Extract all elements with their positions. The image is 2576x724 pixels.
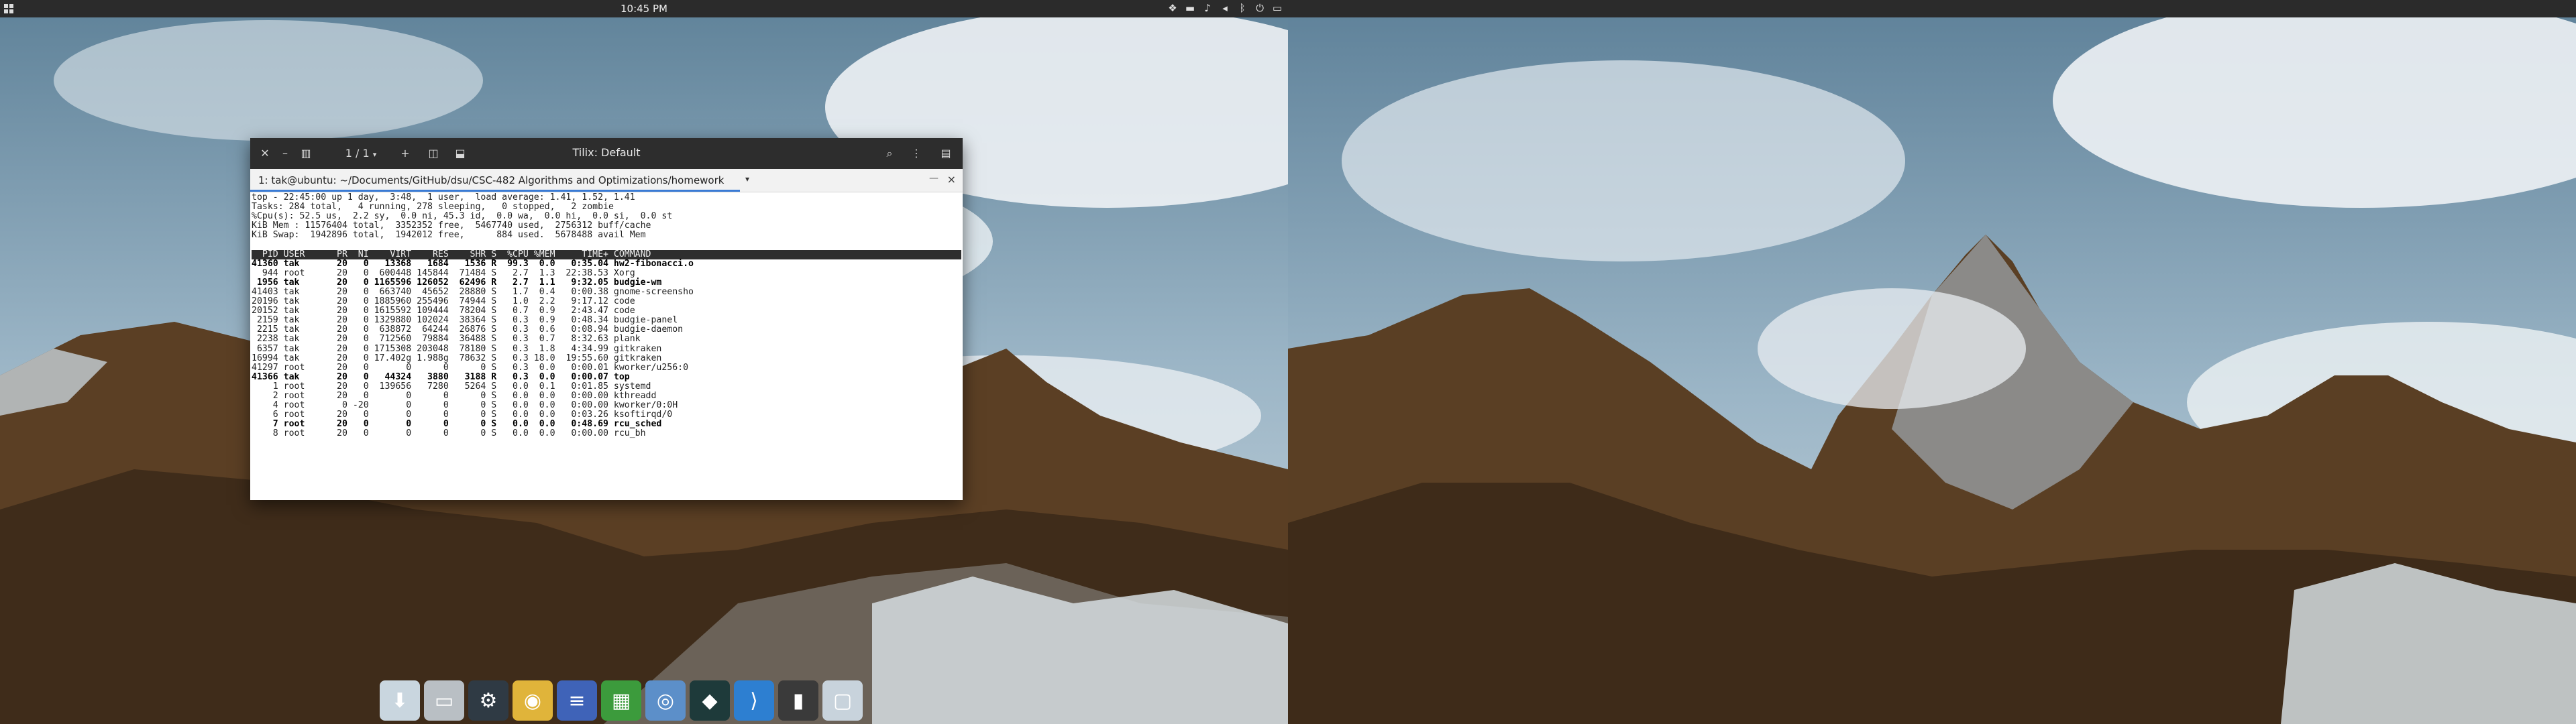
table-row: 2159 tak 20 0 1329880 102024 38364 S 0.3… — [252, 315, 678, 326]
folder-icon[interactable]: ▬ — [1185, 2, 1195, 14]
settings-icon: ⚙ — [479, 688, 498, 713]
folder-icon: ▭ — [434, 688, 454, 713]
table-row: 1 root 20 0 139656 7280 5264 S 0.0 0.1 0… — [252, 381, 651, 391]
top-summary-swap: KiB Swap: 1942896 total, 1942012 free, 8… — [252, 230, 646, 241]
tab-dropdown-icon[interactable]: ▾ — [745, 174, 749, 184]
table-row: 2215 tak 20 0 638872 64244 26876 S 0.3 0… — [252, 324, 684, 335]
terminal-icon: ▮ — [792, 688, 804, 713]
window-menu-icon[interactable]: ▤ — [937, 145, 955, 162]
dock-window[interactable]: ▢ — [822, 680, 863, 721]
top-summary-tasks: Tasks: 284 total, 4 running, 278 sleepin… — [252, 202, 614, 213]
dock-files[interactable]: ▭ — [424, 680, 464, 721]
table-row: 2 root 20 0 0 0 0 S 0.0 0.0 0:00.00 kthr… — [252, 390, 657, 401]
system-tray: ❖ ▬ ♪ ◂ ᛒ ⏻ ▭ — [1167, 2, 1283, 14]
table-row: 41366 tak 20 0 44324 3880 3188 R 0.3 0.0… — [252, 371, 630, 382]
plank-dock: ⬇ ▭ ⚙ ◉ ≡ ▦ ◎ ◆ ⟩ ▮ ▢ — [376, 678, 869, 723]
dock-terminal[interactable]: ▮ — [778, 680, 818, 721]
dock-gitkraken[interactable]: ◆ — [690, 680, 730, 721]
dock-settings[interactable]: ⚙ — [468, 680, 508, 721]
volume-icon[interactable]: ◂ — [1220, 2, 1230, 14]
window-titlebar[interactable]: ✕ – ▥ 1 / 1 ▾ + ◫ ⬓ Tilix: Default ⌕ ⋮ ▤ — [250, 138, 963, 169]
table-row: 16994 tak 20 0 17.402g 1.988g 78632 S 0.… — [252, 353, 662, 363]
table-row: 4 root 0 -20 0 0 0 S 0.0 0.0 0:00.00 kwo… — [252, 400, 678, 411]
document-icon: ≡ — [568, 688, 586, 713]
table-row: 41403 tak 20 0 663740 45652 28880 S 1.7 … — [252, 286, 694, 297]
top-panel-left-monitor: 10:45 PM ❖ ▬ ♪ ◂ ᛒ ⏻ ▭ — [0, 0, 1288, 17]
menu-dots-icon[interactable]: ⋮ — [908, 145, 925, 162]
window-icon: ▢ — [833, 688, 853, 713]
process-table: 41360 tak 20 0 13368 1684 1536 R 99.3 0.… — [252, 259, 961, 439]
bluetooth-icon[interactable]: ᛒ — [1237, 2, 1248, 14]
table-row: 6357 tak 20 0 1715308 203048 78180 S 0.3… — [252, 343, 662, 354]
music-icon: ◉ — [523, 688, 542, 713]
close-terminal-button[interactable]: × — [947, 173, 956, 186]
dock-writer[interactable]: ≡ — [557, 680, 597, 721]
table-row: 8 root 20 0 0 0 0 S 0.0 0.0 0:00.00 rcu_… — [252, 428, 646, 439]
terminal-output[interactable]: top - 22:45:00 up 1 day, 3:48, 1 user, l… — [252, 193, 961, 499]
table-row: 944 root 20 0 600448 145844 71484 S 2.7 … — [252, 267, 635, 278]
notification-icon[interactable]: ▭ — [1272, 2, 1283, 14]
power-icon[interactable]: ⏻ — [1254, 2, 1265, 14]
top-summary-mem: KiB Mem : 11576404 total, 3352352 free, … — [252, 221, 651, 231]
vscode-icon: ⟩ — [750, 688, 758, 713]
dock-vscode[interactable]: ⟩ — [734, 680, 774, 721]
dock-chromium[interactable]: ◎ — [645, 680, 686, 721]
table-row: 6 root 20 0 0 0 0 S 0.0 0.0 0:03.26 ksof… — [252, 410, 673, 420]
tab-active-indicator — [250, 190, 740, 192]
dropbox-icon[interactable]: ❖ — [1167, 2, 1178, 14]
download-icon: ⬇ — [391, 688, 409, 713]
panel-clock[interactable]: 10:45 PM — [0, 3, 1288, 15]
dock-downloads[interactable]: ⬇ — [380, 680, 420, 721]
maximize-terminal-icon[interactable]: — — [929, 173, 938, 184]
spreadsheet-icon: ▦ — [611, 688, 631, 713]
dock-calc[interactable]: ▦ — [601, 680, 641, 721]
table-row: 20152 tak 20 0 1615592 109444 78204 S 0.… — [252, 306, 635, 316]
dock-rhythmbox[interactable]: ◉ — [513, 680, 553, 721]
desktop-wallpaper-right — [1288, 0, 2576, 724]
terminal-tab-title[interactable]: 1: tak@ubuntu: ~/Documents/GitHub/dsu/CS… — [258, 174, 724, 186]
table-row: 1956 tak 20 0 1165596 126052 62496 R 2.7… — [252, 277, 662, 288]
gitkraken-icon: ◆ — [702, 688, 718, 713]
process-table-header: PID USER PR NI VIRT RES SHR S %CPU %MEM … — [252, 249, 961, 259]
top-summary-uptime: top - 22:45:00 up 1 day, 3:48, 1 user, l… — [252, 193, 635, 202]
table-row: 20196 tak 20 0 1885960 255496 74944 S 1.… — [252, 296, 635, 307]
top-panel: 10:45 PM ❖ ▬ ♪ ◂ ᛒ ⏻ ▭ — [0, 0, 2576, 17]
table-row: 41360 tak 20 0 13368 1684 1536 R 99.3 0.… — [252, 258, 694, 269]
table-row: 41297 root 20 0 0 0 0 S 0.3 0.0 0:00.01 … — [252, 362, 689, 373]
terminal-tab-bar: 1: tak@ubuntu: ~/Documents/GitHub/dsu/CS… — [250, 169, 963, 192]
browser-icon: ◎ — [656, 688, 675, 713]
table-row: 2238 tak 20 0 712560 79884 36488 S 0.3 0… — [252, 334, 641, 345]
bell-icon[interactable]: ♪ — [1202, 2, 1213, 14]
search-icon[interactable]: ⌕ — [881, 145, 898, 162]
top-panel-right-monitor — [1288, 0, 2576, 17]
tilix-window[interactable]: ✕ – ▥ 1 / 1 ▾ + ◫ ⬓ Tilix: Default ⌕ ⋮ ▤… — [250, 138, 963, 500]
window-title: Tilix: Default — [572, 146, 641, 159]
top-summary-cpu: %Cpu(s): 52.5 us, 2.2 sy, 0.0 ni, 45.3 i… — [252, 211, 673, 222]
table-row: 7 root 20 0 0 0 0 S 0.0 0.0 0:48.69 rcu_… — [252, 419, 662, 430]
